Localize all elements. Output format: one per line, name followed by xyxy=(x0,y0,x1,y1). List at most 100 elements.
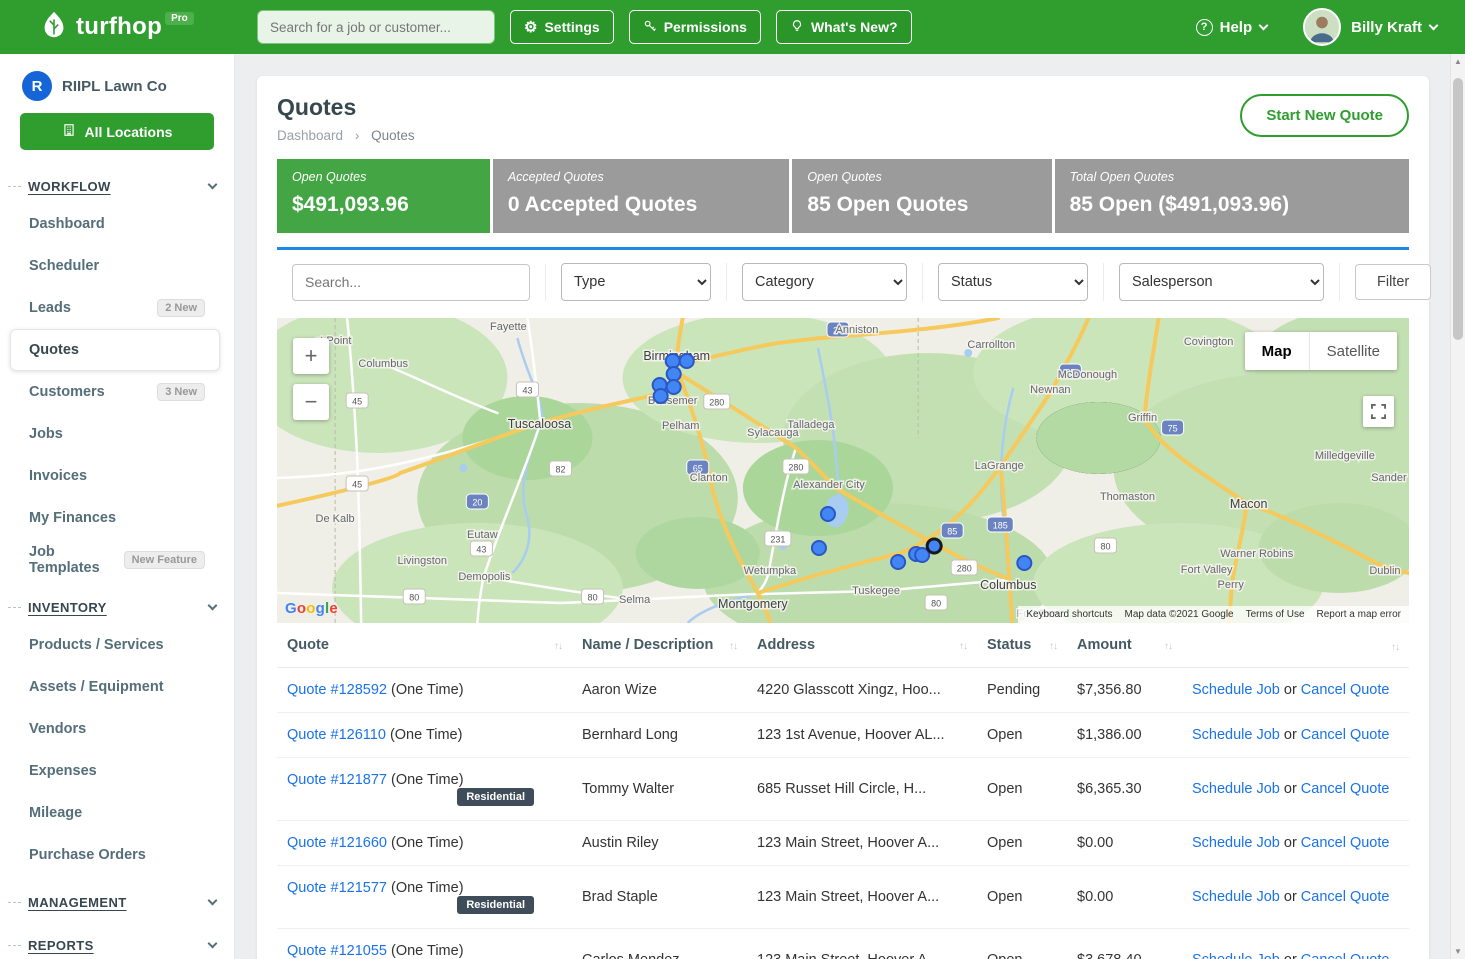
cancel-quote-link[interactable]: Cancel Quote xyxy=(1301,682,1390,698)
section-inventory[interactable]: INVENTORY xyxy=(0,581,234,624)
permissions-button[interactable]: Permissions xyxy=(629,10,761,44)
sort-icon[interactable]: ↑↓ xyxy=(1164,641,1172,652)
svg-text:45: 45 xyxy=(352,397,362,407)
turfhop-logo[interactable]: turfhop Pro xyxy=(0,9,235,46)
map-canvas[interactable]: 45 45 82 43 43 280 280 280 231 80 80 80 … xyxy=(277,318,1409,623)
report-map-error-link[interactable]: Report a map error xyxy=(1317,609,1401,620)
sidebar-item-expenses[interactable]: Expenses xyxy=(10,750,220,792)
scroll-down-arrow[interactable]: ▼ xyxy=(1451,944,1465,959)
settings-button[interactable]: ⚙ Settings xyxy=(510,10,614,44)
chevron-down-icon xyxy=(1429,20,1439,30)
sidebar-item-leads[interactable]: Leads2 New xyxy=(10,287,220,329)
sidebar-item-vendors[interactable]: Vendors xyxy=(10,708,220,750)
sidebar-item-products-services[interactable]: Products / Services xyxy=(10,624,220,666)
cancel-quote-link[interactable]: Cancel Quote xyxy=(1301,952,1390,959)
sidebar-item-assets-equipment[interactable]: Assets / Equipment xyxy=(10,666,220,708)
map-marker[interactable] xyxy=(812,541,826,555)
status-select[interactable]: Status xyxy=(938,263,1088,301)
sidebar-item-invoices[interactable]: Invoices xyxy=(10,455,220,497)
map-marker[interactable] xyxy=(680,354,694,368)
map-marker[interactable] xyxy=(821,507,835,521)
category-select[interactable]: Category xyxy=(742,263,907,301)
sort-icon[interactable]: ↑↓ xyxy=(1391,642,1399,653)
start-new-quote-button[interactable]: Start New Quote xyxy=(1240,94,1409,137)
keyboard-shortcuts-link[interactable]: Keyboard shortcuts xyxy=(1026,609,1112,620)
sidebar-item-jobs[interactable]: Jobs xyxy=(10,413,220,455)
sidebar-item-scheduler[interactable]: Scheduler xyxy=(10,245,220,287)
whats-new-button[interactable]: What's New? xyxy=(776,10,912,44)
company-row[interactable]: R RIIPL Lawn Co xyxy=(0,54,234,111)
cancel-quote-link[interactable]: Cancel Quote xyxy=(1301,781,1390,797)
col-quote[interactable]: Quote↑↓ xyxy=(277,623,572,668)
breadcrumb-dashboard[interactable]: Dashboard xyxy=(277,128,343,143)
salesperson-select[interactable]: Salesperson xyxy=(1119,263,1324,301)
schedule-job-link[interactable]: Schedule Job xyxy=(1192,835,1280,851)
quote-status: Open xyxy=(977,929,1067,959)
user-menu[interactable]: Billy Kraft xyxy=(1351,19,1437,36)
section-management[interactable]: MANAGEMENT xyxy=(0,876,234,919)
map-marker[interactable] xyxy=(667,367,681,381)
map-marker[interactable] xyxy=(891,555,905,569)
cancel-quote-link[interactable]: Cancel Quote xyxy=(1301,889,1390,905)
filter-button[interactable]: Filter xyxy=(1355,264,1431,300)
table-row: Quote #128592 (One Time) Aaron Wize 4220… xyxy=(277,668,1409,713)
sidebar-item-job-templates[interactable]: Job TemplatesNew Feature xyxy=(10,539,220,581)
scroll-up-arrow[interactable]: ▲ xyxy=(1451,54,1465,69)
quote-link[interactable]: Quote #126110 xyxy=(287,727,386,743)
zoom-in-button[interactable]: + xyxy=(293,338,329,374)
schedule-job-link[interactable]: Schedule Job xyxy=(1192,781,1280,797)
col-name[interactable]: Name / Description↑↓ xyxy=(572,623,747,668)
section-reports[interactable]: REPORTS xyxy=(0,919,234,959)
sidebar-item-mileage[interactable]: Mileage xyxy=(10,792,220,834)
scrollbar-thumb[interactable] xyxy=(1453,78,1463,340)
quote-link[interactable]: Quote #121877 xyxy=(287,772,387,788)
map-marker[interactable] xyxy=(666,354,680,368)
sidebar-item-customers[interactable]: Customers3 New xyxy=(10,371,220,413)
schedule-job-link[interactable]: Schedule Job xyxy=(1192,727,1280,743)
cancel-quote-link[interactable]: Cancel Quote xyxy=(1301,727,1390,743)
map-label: Newnan xyxy=(1030,384,1070,396)
col-status[interactable]: Status↑↓ xyxy=(977,623,1067,668)
sidebar-item-my-finances[interactable]: My Finances xyxy=(10,497,220,539)
quotes-search-input[interactable] xyxy=(292,264,530,301)
terms-of-use-link[interactable]: Terms of Use xyxy=(1246,609,1305,620)
quote-link[interactable]: Quote #128592 xyxy=(287,682,387,698)
schedule-job-link[interactable]: Schedule Job xyxy=(1192,952,1280,959)
map-marker[interactable] xyxy=(1017,556,1031,570)
col-address[interactable]: Address↑↓ xyxy=(747,623,977,668)
quote-link[interactable]: Quote #121660 xyxy=(287,835,387,851)
satellite-view-button[interactable]: Satellite xyxy=(1309,332,1397,370)
top-right-group: ? Help Billy Kraft xyxy=(1196,8,1465,46)
help-menu[interactable]: ? Help xyxy=(1196,19,1268,36)
fullscreen-button[interactable] xyxy=(1363,396,1394,427)
sort-icon[interactable]: ↑↓ xyxy=(1049,641,1057,652)
global-search-input[interactable] xyxy=(257,10,495,44)
col-amount[interactable]: Amount↑↓ xyxy=(1067,623,1182,668)
sidebar-item-purchase-orders[interactable]: Purchase Orders xyxy=(10,834,220,876)
google-logo[interactable]: Google xyxy=(285,600,338,617)
cancel-quote-link[interactable]: Cancel Quote xyxy=(1301,835,1390,851)
section-workflow[interactable]: WORKFLOW xyxy=(0,160,234,203)
stats-row: Open Quotes $491,093.96 Accepted Quotes … xyxy=(277,159,1409,233)
map[interactable]: 45 45 82 43 43 280 280 280 231 80 80 80 … xyxy=(277,318,1409,623)
map-label: Tuskegee xyxy=(852,585,900,597)
map-marker[interactable] xyxy=(654,389,668,403)
sort-icon[interactable]: ↑↓ xyxy=(959,641,967,652)
map-marker[interactable] xyxy=(667,380,681,394)
avatar[interactable] xyxy=(1303,8,1341,46)
type-select[interactable]: Type xyxy=(561,263,711,301)
schedule-job-link[interactable]: Schedule Job xyxy=(1192,682,1280,698)
sort-icon[interactable]: ↑↓ xyxy=(554,641,562,652)
sidebar-item-dashboard[interactable]: Dashboard xyxy=(10,203,220,245)
sidebar-item-quotes[interactable]: Quotes xyxy=(10,329,220,371)
map-label: Columbus xyxy=(980,578,1036,592)
zoom-out-button[interactable]: − xyxy=(293,384,329,420)
map-view-button[interactable]: Map xyxy=(1245,332,1309,370)
all-locations-button[interactable]: All Locations xyxy=(20,113,214,150)
sort-icon[interactable]: ↑↓ xyxy=(729,641,737,652)
quote-link[interactable]: Quote #121577 xyxy=(287,880,387,896)
quote-link[interactable]: Quote #121055 xyxy=(287,943,387,959)
schedule-job-link[interactable]: Schedule Job xyxy=(1192,889,1280,905)
map-marker-selected[interactable] xyxy=(927,539,941,553)
page-scrollbar[interactable]: ▲ ▼ xyxy=(1450,54,1465,959)
